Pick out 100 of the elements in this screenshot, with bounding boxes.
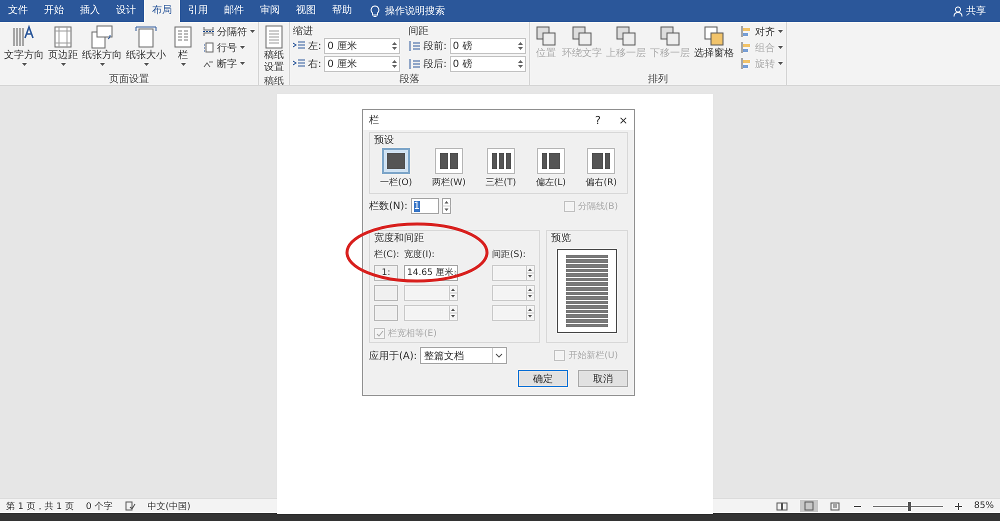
proofing-icon[interactable] [124, 501, 136, 511]
caret-icon [778, 30, 783, 33]
language[interactable]: 中文(中国) [148, 500, 191, 512]
dialog-title: 栏 [369, 114, 380, 127]
indent-icon [293, 59, 305, 69]
field-label: 段前: [423, 40, 447, 53]
word-count: 0 个字 [86, 500, 112, 512]
spin-field[interactable]: 0 磅 [450, 38, 526, 54]
spin-arrows-icon [449, 306, 457, 320]
spin-field[interactable]: 0 磅 [450, 56, 526, 72]
column-number [374, 305, 398, 321]
ribbon-tab[interactable]: 审阅 [252, 0, 288, 22]
spin-arrows-icon [392, 41, 398, 51]
checkbox-label: 栏宽相等(E) [388, 328, 437, 340]
spin-arrows-icon [526, 266, 534, 280]
caret-icon [240, 46, 245, 49]
spin-arrows-icon [449, 286, 457, 300]
preset-option[interactable]: 偏左(L) [536, 148, 566, 189]
zoom-slider-thumb[interactable] [908, 502, 911, 510]
caret-icon [250, 30, 255, 33]
ribbon-button[interactable]: 文字方向 [3, 24, 45, 72]
width-field[interactable] [404, 305, 458, 321]
ribbon-button[interactable]: 断字 [203, 56, 255, 71]
caret-icon [240, 62, 245, 65]
align-icon [740, 26, 752, 37]
ribbon-button[interactable]: 稿纸设置 [262, 24, 286, 74]
ribbon-tab[interactable]: 开始 [36, 0, 72, 22]
align-icon [740, 58, 752, 69]
width-field[interactable] [404, 285, 458, 301]
spacing-heading: 间距 [408, 25, 430, 36]
ribbon-tab[interactable]: 布局 [144, 0, 180, 22]
group-label: 段落 [398, 72, 420, 85]
zoom-level[interactable]: 85% [974, 501, 994, 511]
spacing-field[interactable] [492, 265, 535, 281]
caret-icon [778, 46, 783, 49]
ribbon-button[interactable]: 对齐 [740, 24, 783, 39]
group-label: 预览 [551, 233, 572, 245]
spacing-field[interactable] [492, 285, 535, 301]
web-layout-icon[interactable] [830, 502, 842, 510]
line-spacing-icon [408, 59, 420, 69]
ribbon-tab[interactable]: 引用 [180, 0, 216, 22]
ribbon-button[interactable]: 纸张方向 [81, 24, 123, 72]
checkmark-icon [376, 330, 384, 338]
page-count: 第 1 页，共 1 页 [6, 500, 74, 512]
field-label: 左: [308, 40, 322, 53]
person-icon [953, 6, 963, 16]
preset-option[interactable]: 三栏(T) [486, 148, 516, 189]
caret-icon [22, 63, 26, 66]
ribbon-tab[interactable]: 邮件 [216, 0, 252, 22]
ribbon-button[interactable]: 页边距 [47, 24, 79, 72]
column-count-field[interactable]: 1 [410, 198, 439, 214]
plus-icon[interactable] [954, 502, 962, 510]
ribbon-tab[interactable]: 设计 [108, 0, 144, 22]
ribbon-button[interactable]: 栏 [169, 24, 197, 72]
spin-arrows-icon [526, 286, 534, 300]
line-spacing-icon [408, 41, 420, 51]
ok-button[interactable]: 确定 [518, 370, 568, 387]
column-header: 间距(S): [492, 249, 527, 261]
caret-icon [100, 63, 104, 66]
ribbon-tab[interactable]: 插入 [72, 0, 108, 22]
field-label: 栏数(N): [369, 200, 408, 213]
group-label: 排列 [646, 72, 669, 85]
spacing-field[interactable] [492, 305, 535, 321]
ribbon-button[interactable]: 选择窗格 [692, 24, 735, 72]
preset-option[interactable]: 一栏(O) [380, 148, 412, 189]
ribbon-tab[interactable]: 视图 [288, 0, 324, 22]
apply-to-dropdown[interactable]: 整篇文档 [420, 347, 508, 364]
spin-field[interactable]: 0 厘米 [324, 56, 400, 72]
spin-arrows-icon[interactable] [442, 198, 451, 214]
column-header: 栏(C): [374, 249, 398, 261]
field-label: 右: [308, 58, 322, 71]
line-numbers-icon [203, 42, 214, 53]
ribbon-tab[interactable]: 文件 [0, 0, 36, 22]
caret-icon [60, 63, 66, 66]
spin-arrows-icon [392, 59, 398, 69]
spin-field[interactable]: 0 厘米 [324, 38, 400, 54]
share-button[interactable]: 共享 [953, 0, 986, 22]
ribbon-button[interactable]: 分隔符 [203, 24, 255, 39]
ribbon-button[interactable]: 行号 [203, 40, 255, 55]
group-label: 稿纸 [263, 74, 285, 87]
align-icon [740, 42, 752, 53]
field-label: 段后: [423, 58, 447, 71]
ribbon-button[interactable]: 纸张大小 [125, 24, 167, 72]
preset-option[interactable]: 偏右(R) [586, 148, 617, 189]
ribbon-tab[interactable]: 帮助 [324, 0, 360, 22]
caret-icon [778, 62, 783, 65]
read-mode-icon[interactable] [776, 502, 788, 510]
print-layout-icon[interactable] [800, 500, 818, 512]
tell-me-search[interactable]: 操作说明搜索 [385, 4, 445, 18]
cancel-button[interactable]: 取消 [578, 370, 628, 387]
lightbulb-icon [370, 4, 380, 18]
spin-arrows-icon [518, 41, 523, 51]
close-button[interactable]: × [618, 114, 628, 126]
caret-icon [180, 63, 186, 66]
preset-option[interactable]: 两栏(W) [432, 148, 466, 189]
group-label: 预设 [374, 135, 395, 147]
checkbox-label: 分隔线(B) [578, 200, 618, 212]
help-button[interactable]: ? [594, 114, 601, 126]
checkbox-label: 开始新栏(U) [568, 350, 618, 362]
indent-heading: 缩进 [293, 24, 314, 36]
